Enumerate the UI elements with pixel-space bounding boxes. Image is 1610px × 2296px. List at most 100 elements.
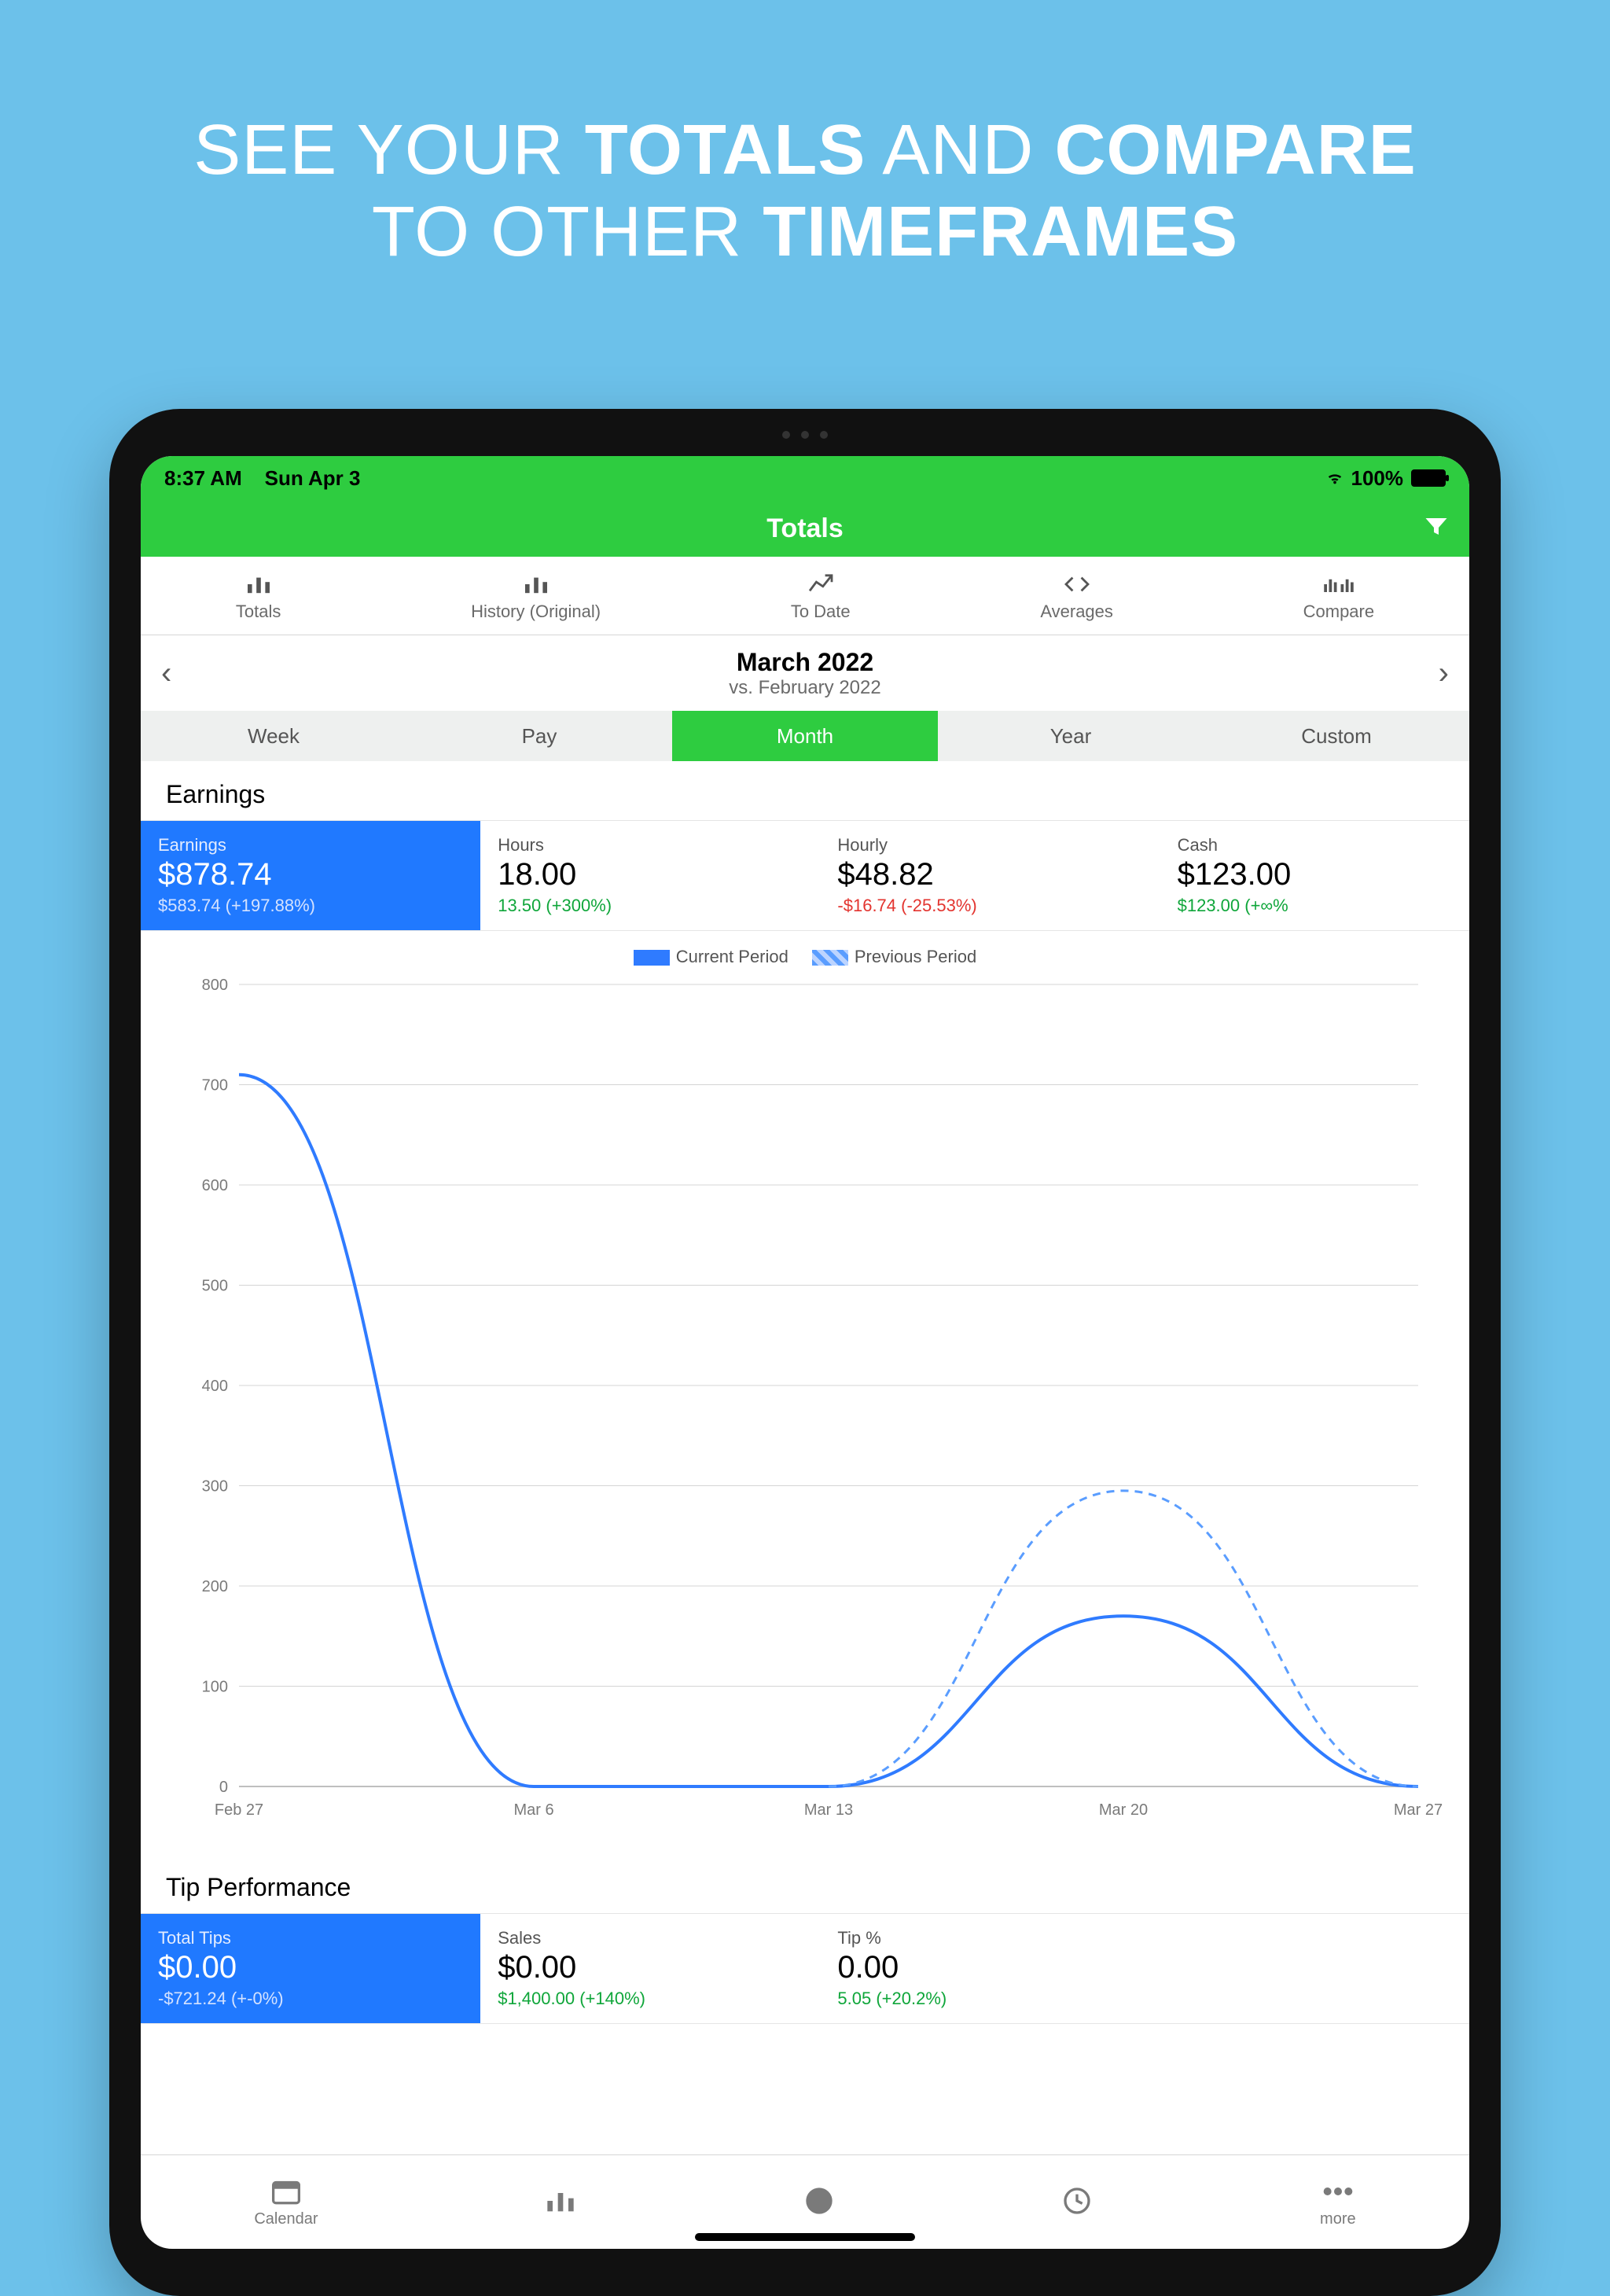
card-delta: -$16.74 (-25.53%) bbox=[837, 896, 1142, 916]
period-title: March 2022 bbox=[729, 648, 880, 677]
card-label: Earnings bbox=[158, 835, 463, 855]
card-value: 0.00 bbox=[837, 1950, 1142, 1985]
clock-icon bbox=[1061, 2185, 1093, 2217]
subtab-label: To Date bbox=[791, 602, 851, 622]
calendar-icon bbox=[270, 2177, 302, 2206]
svg-text:Feb 27: Feb 27 bbox=[215, 1801, 263, 1819]
earnings-chart: Current Period Previous Period 0 100 200 30… bbox=[141, 931, 1469, 1834]
wifi-icon bbox=[1326, 469, 1344, 487]
subtab-label: Compare bbox=[1303, 602, 1374, 622]
card-delta: $123.00 (+∞% bbox=[1178, 896, 1452, 916]
card-sales[interactable]: Sales $0.00 $1,400.00 (+140%) bbox=[480, 1914, 820, 2023]
svg-text:0: 0 bbox=[219, 1779, 228, 1796]
funnel-icon bbox=[1422, 513, 1450, 541]
subtab-compare[interactable]: Compare bbox=[1303, 570, 1374, 622]
subtab-label: History (Original) bbox=[471, 602, 601, 622]
svg-text:400: 400 bbox=[202, 1378, 228, 1395]
svg-text:200: 200 bbox=[202, 1578, 228, 1595]
chart-legend: Current Period Previous Period bbox=[164, 947, 1446, 967]
subtab-averages[interactable]: Averages bbox=[1040, 570, 1113, 622]
tab-calendar[interactable]: Calendar bbox=[254, 2176, 318, 2228]
card-delta: 13.50 (+300%) bbox=[498, 896, 803, 916]
svg-text:Mar 13: Mar 13 bbox=[804, 1801, 853, 1819]
period-subtitle: vs. February 2022 bbox=[729, 677, 880, 699]
svg-text:Mar 20: Mar 20 bbox=[1099, 1801, 1148, 1819]
status-time: 8:37 AM bbox=[164, 466, 242, 490]
earnings-section-title: Earnings bbox=[141, 761, 1469, 820]
card-hours[interactable]: Hours 18.00 13.50 (+300%) bbox=[480, 821, 820, 930]
seg-week[interactable]: Week bbox=[141, 711, 406, 761]
svg-text:700: 700 bbox=[202, 1077, 228, 1095]
card-label: Hours bbox=[498, 835, 803, 855]
tip-cards: Total Tips $0.00 -$721.24 (+-0%) Sales $… bbox=[141, 1913, 1469, 2024]
subtab-bar: Totals History (Original) To Date Averag… bbox=[141, 557, 1469, 635]
page-title: Totals bbox=[766, 513, 844, 544]
tab-stats[interactable] bbox=[545, 2185, 576, 2220]
subtab-to-date[interactable]: To Date bbox=[791, 570, 851, 622]
card-cash[interactable]: Cash $123.00 $123.00 (+∞% bbox=[1160, 821, 1469, 930]
svg-text:500: 500 bbox=[202, 1278, 228, 1295]
legend-label-previous: Previous Period bbox=[855, 947, 976, 966]
bar-chart-icon bbox=[245, 573, 272, 595]
bottom-tab-bar: Calendar more bbox=[141, 2154, 1469, 2249]
svg-text:Mar 6: Mar 6 bbox=[513, 1801, 553, 1819]
period-row: ‹ March 2022 vs. February 2022 › bbox=[141, 635, 1469, 711]
card-value: $0.00 bbox=[498, 1950, 803, 1985]
legend-swatch-previous bbox=[812, 950, 848, 966]
seg-year[interactable]: Year bbox=[938, 711, 1204, 761]
home-indicator bbox=[695, 2233, 915, 2241]
card-value: $878.74 bbox=[158, 857, 463, 892]
card-tip-pct[interactable]: Tip % 0.00 5.05 (+20.2%) bbox=[820, 1914, 1160, 2023]
card-value: $48.82 bbox=[837, 857, 1142, 892]
card-value: $123.00 bbox=[1178, 857, 1452, 892]
battery-icon bbox=[1411, 469, 1446, 487]
device-frame: 8:37 AM Sun Apr 3 100% Totals Totals bbox=[109, 409, 1501, 2296]
legend-label-current: Current Period bbox=[676, 947, 788, 966]
segment-bar: Week Pay Month Year Custom bbox=[141, 711, 1469, 761]
card-label: Sales bbox=[498, 1928, 803, 1948]
status-bar: 8:37 AM Sun Apr 3 100% bbox=[141, 456, 1469, 500]
card-hourly[interactable]: Hourly $48.82 -$16.74 (-25.53%) bbox=[820, 821, 1160, 930]
seg-custom[interactable]: Custom bbox=[1204, 711, 1469, 761]
card-delta: $1,400.00 (+140%) bbox=[498, 1989, 803, 2009]
tab-pie[interactable] bbox=[803, 2185, 835, 2220]
svg-text:300: 300 bbox=[202, 1478, 228, 1496]
card-earnings[interactable]: Earnings $878.74 $583.74 (+197.88%) bbox=[141, 821, 480, 930]
svg-text:Mar 27: Mar 27 bbox=[1394, 1801, 1443, 1819]
tip-section-title: Tip Performance bbox=[141, 1854, 1469, 1913]
trend-icon bbox=[807, 573, 834, 595]
subtab-totals[interactable]: Totals bbox=[236, 570, 281, 622]
card-value: 18.00 bbox=[498, 857, 803, 892]
prev-period-button[interactable]: ‹ bbox=[161, 656, 171, 691]
status-date: Sun Apr 3 bbox=[265, 466, 361, 490]
legend-swatch-current bbox=[634, 950, 670, 966]
tab-clock[interactable] bbox=[1061, 2185, 1093, 2220]
tab-label: Calendar bbox=[254, 2210, 318, 2228]
more-icon bbox=[1322, 2184, 1354, 2199]
earnings-cards: Earnings $878.74 $583.74 (+197.88%) Hour… bbox=[141, 820, 1469, 931]
svg-text:800: 800 bbox=[202, 977, 228, 994]
card-value: $0.00 bbox=[158, 1950, 463, 1985]
status-battery: 100% bbox=[1351, 466, 1404, 491]
next-period-button[interactable]: › bbox=[1439, 656, 1449, 691]
seg-pay[interactable]: Pay bbox=[406, 711, 672, 761]
svg-text:100: 100 bbox=[202, 1679, 228, 1696]
card-delta: 5.05 (+20.2%) bbox=[837, 1989, 1142, 2009]
pie-chart-icon bbox=[803, 2185, 835, 2217]
code-icon bbox=[1064, 573, 1090, 595]
tab-label: more bbox=[1320, 2210, 1356, 2228]
line-chart: 0100200300400500600700800Feb 27Mar 6Mar … bbox=[164, 977, 1446, 1826]
promo-headline: SEE YOUR TOTALS AND COMPARE TO OTHER TIM… bbox=[0, 0, 1610, 273]
filter-button[interactable] bbox=[1422, 513, 1450, 545]
tab-more[interactable]: more bbox=[1320, 2176, 1356, 2228]
navbar: Totals bbox=[141, 500, 1469, 557]
subtab-label: Averages bbox=[1040, 602, 1113, 622]
subtab-history[interactable]: History (Original) bbox=[471, 570, 601, 622]
seg-month[interactable]: Month bbox=[672, 711, 938, 761]
card-label: Hourly bbox=[837, 835, 1142, 855]
bar-chart-icon bbox=[545, 2187, 576, 2215]
card-total-tips[interactable]: Total Tips $0.00 -$721.24 (+-0%) bbox=[141, 1914, 480, 2023]
subtab-label: Totals bbox=[236, 602, 281, 622]
compare-bars-icon bbox=[1323, 573, 1355, 595]
card-label: Tip % bbox=[837, 1928, 1142, 1948]
